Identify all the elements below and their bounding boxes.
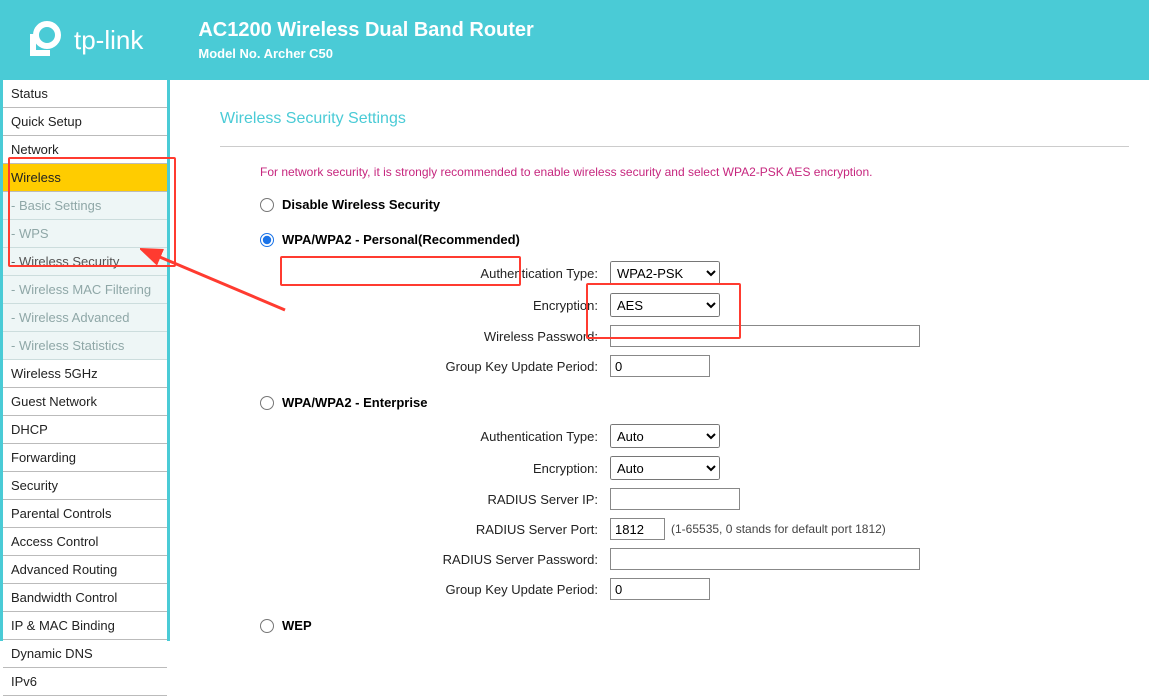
- option-disable[interactable]: Disable Wireless Security: [260, 197, 1129, 212]
- sidebar-item-network[interactable]: Network: [3, 136, 167, 164]
- personal-pwd-label: Wireless Password:: [260, 329, 610, 344]
- radio-enterprise[interactable]: [260, 396, 274, 410]
- sidebar-sub-mac-filtering[interactable]: - Wireless MAC Filtering: [3, 276, 167, 304]
- sidebar-sub-wireless-security[interactable]: - Wireless Security: [3, 248, 167, 276]
- sidebar-item-dhcp[interactable]: DHCP: [3, 416, 167, 444]
- sidebar: Status Quick Setup Network Wireless - Ba…: [0, 80, 170, 641]
- sidebar-item-wireless-5ghz[interactable]: Wireless 5GHz: [3, 360, 167, 388]
- ent-rpwd-label: RADIUS Server Password:: [260, 552, 610, 567]
- ent-rpwd-input[interactable]: [610, 548, 920, 570]
- ent-enc-label: Encryption:: [260, 461, 610, 476]
- sidebar-item-parental-controls[interactable]: Parental Controls: [3, 500, 167, 528]
- sidebar-item-security[interactable]: Security: [3, 472, 167, 500]
- ent-enc-select[interactable]: Auto: [610, 456, 720, 480]
- option-enterprise[interactable]: WPA/WPA2 - Enterprise: [260, 395, 1129, 410]
- personal-auth-select[interactable]: WPA2-PSK: [610, 261, 720, 285]
- personal-enc-select[interactable]: AES: [610, 293, 720, 317]
- radio-personal[interactable]: [260, 233, 274, 247]
- header-titles: AC1200 Wireless Dual Band Router Model N…: [198, 19, 533, 61]
- sidebar-sub-basic-settings[interactable]: - Basic Settings: [3, 192, 167, 220]
- radio-wep-label: WEP: [282, 618, 312, 633]
- sidebar-item-status[interactable]: Status: [3, 80, 167, 108]
- personal-pwd-input[interactable]: [610, 325, 920, 347]
- ent-auth-label: Authentication Type:: [260, 429, 610, 444]
- personal-gkup-label: Group Key Update Period:: [260, 359, 610, 374]
- sidebar-item-access-control[interactable]: Access Control: [3, 528, 167, 556]
- radio-disable[interactable]: [260, 198, 274, 212]
- sidebar-sub-wireless-advanced[interactable]: - Wireless Advanced: [3, 304, 167, 332]
- radio-disable-label: Disable Wireless Security: [282, 197, 440, 212]
- sidebar-item-forwarding[interactable]: Forwarding: [3, 444, 167, 472]
- sidebar-item-ip-mac-binding[interactable]: IP & MAC Binding: [3, 612, 167, 640]
- brand-logo: tp-link: [24, 20, 143, 60]
- radio-enterprise-label: WPA/WPA2 - Enterprise: [282, 395, 427, 410]
- product-model: Model No. Archer C50: [198, 46, 533, 61]
- product-title: AC1200 Wireless Dual Band Router: [198, 19, 533, 42]
- ent-ip-input[interactable]: [610, 488, 740, 510]
- option-wep[interactable]: WEP: [260, 618, 1129, 633]
- divider: [220, 146, 1129, 147]
- header: tp-link AC1200 Wireless Dual Band Router…: [0, 0, 1149, 80]
- personal-auth-label: Authentication Type:: [260, 266, 610, 281]
- radio-wep[interactable]: [260, 619, 274, 633]
- radio-personal-label: WPA/WPA2 - Personal(Recommended): [282, 232, 520, 247]
- sidebar-sub-wireless-statistics[interactable]: - Wireless Statistics: [3, 332, 167, 360]
- sidebar-item-advanced-routing[interactable]: Advanced Routing: [3, 556, 167, 584]
- tp-link-logo-icon: [24, 20, 64, 60]
- ent-gkup-input[interactable]: [610, 578, 710, 600]
- sidebar-item-dynamic-dns[interactable]: Dynamic DNS: [3, 640, 167, 668]
- sidebar-item-wireless[interactable]: Wireless: [3, 164, 167, 192]
- personal-enc-label: Encryption:: [260, 298, 610, 313]
- ent-port-input[interactable]: [610, 518, 665, 540]
- ent-ip-label: RADIUS Server IP:: [260, 492, 610, 507]
- personal-gkup-input[interactable]: [610, 355, 710, 377]
- sidebar-item-bandwidth-control[interactable]: Bandwidth Control: [3, 584, 167, 612]
- ent-port-hint: (1-65535, 0 stands for default port 1812…: [671, 522, 886, 536]
- security-notice: For network security, it is strongly rec…: [260, 165, 1129, 179]
- option-personal[interactable]: WPA/WPA2 - Personal(Recommended): [260, 232, 1129, 247]
- page-title: Wireless Security Settings: [220, 110, 1129, 128]
- sidebar-item-quick-setup[interactable]: Quick Setup: [3, 108, 167, 136]
- ent-auth-select[interactable]: Auto: [610, 424, 720, 448]
- sidebar-sub-wps[interactable]: - WPS: [3, 220, 167, 248]
- sidebar-item-ipv6[interactable]: IPv6: [3, 668, 167, 696]
- content-area: Wireless Security Settings For network s…: [170, 80, 1149, 641]
- ent-gkup-label: Group Key Update Period:: [260, 582, 610, 597]
- ent-port-label: RADIUS Server Port:: [260, 522, 610, 537]
- brand-text: tp-link: [74, 25, 143, 56]
- sidebar-item-guest-network[interactable]: Guest Network: [3, 388, 167, 416]
